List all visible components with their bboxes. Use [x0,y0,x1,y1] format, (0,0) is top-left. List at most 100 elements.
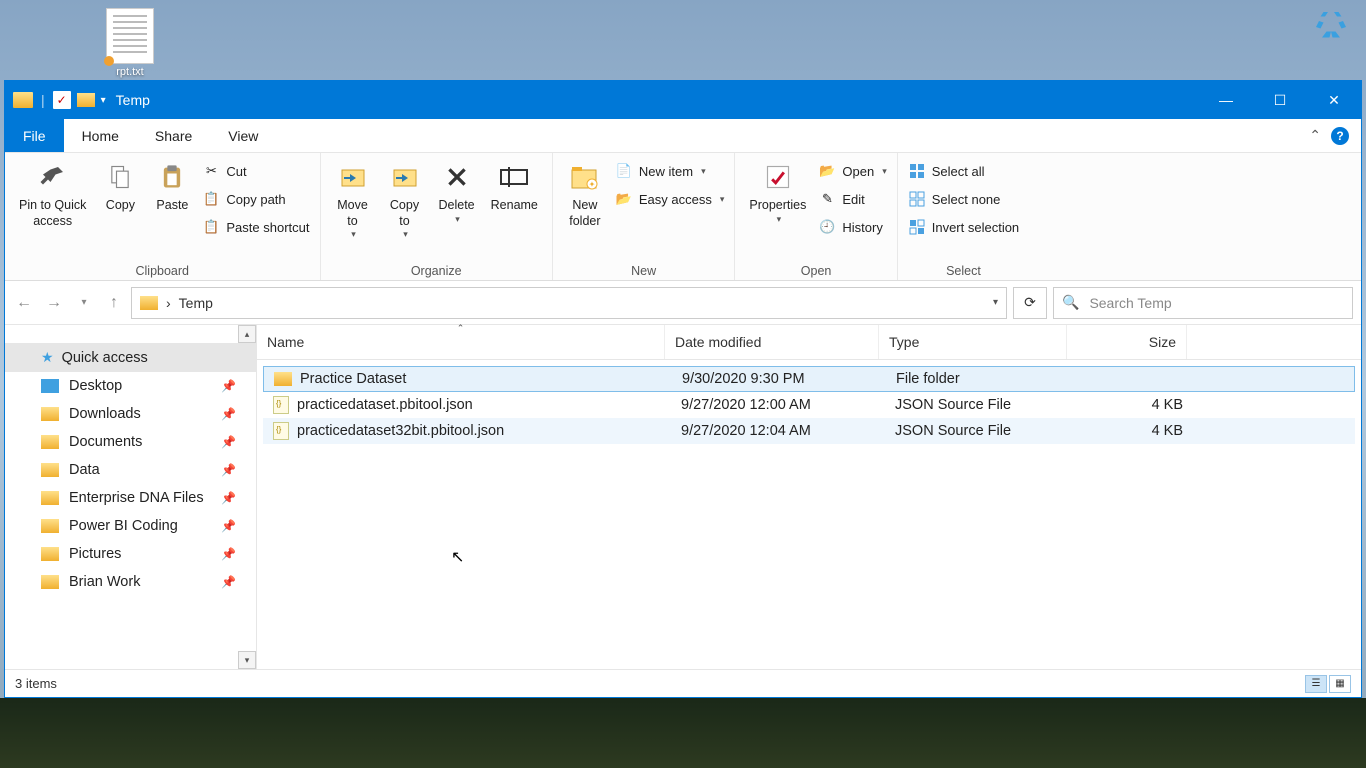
new-folder-button[interactable]: ✦ New folder [559,156,611,233]
file-row[interactable]: practicedataset32bit.pbitool.json 9/27/20… [263,418,1355,444]
cut-button[interactable]: ✂Cut [202,160,309,182]
file-row[interactable]: practicedataset.pbitool.json9/27/2020 12… [263,392,1355,418]
pin-quick-access-button[interactable]: Pin to Quick access [11,156,94,233]
properties-icon [761,160,795,194]
sidebar-item[interactable]: Enterprise DNA Files📌 [5,484,256,512]
ribbon-collapse-icon[interactable]: ⌃ [1309,127,1321,144]
qat-properties-icon[interactable]: ✓ [53,91,71,109]
large-icons-view-button[interactable]: ▦ [1329,675,1351,693]
delete-button[interactable]: Delete▾ [431,156,483,229]
copy-icon [103,160,137,194]
ribbon-group-select: Select all Select none Invert selection … [898,153,1029,280]
close-button[interactable]: ✕ [1307,81,1361,119]
star-icon: ★ [41,349,54,366]
select-none-icon [908,190,926,208]
minimize-button[interactable]: — [1199,81,1253,119]
folder-icon [41,435,59,449]
folder-icon [41,547,59,561]
column-size[interactable]: Size [1067,325,1187,359]
pin-icon: 📌 [221,519,236,533]
qat-dropdown-icon[interactable]: ▾ [101,95,106,106]
invert-selection-button[interactable]: Invert selection [908,216,1019,238]
column-headers: Name⌃ Date modified Type Size [257,325,1361,360]
search-icon: 🔍 [1062,294,1079,311]
details-view-button[interactable]: ☰ [1305,675,1327,693]
rename-icon [497,160,531,194]
sidebar-item[interactable]: Brian Work📌 [5,568,256,596]
desktop-file-icon[interactable]: rpt.txt [100,8,160,78]
paste-shortcut-button[interactable]: 📋Paste shortcut [202,216,309,238]
select-none-button[interactable]: Select none [908,188,1019,210]
new-item-icon: 📄 [615,162,633,180]
column-type[interactable]: Type [879,325,1067,359]
edit-icon: ✎ [818,190,836,208]
maximize-button[interactable]: ☐ [1253,81,1307,119]
ribbon-group-new: ✦ New folder 📄New item▾ 📂Easy access▾ Ne… [553,153,736,280]
sidebar-quick-access[interactable]: ★ Quick access [5,343,256,372]
file-row[interactable]: Practice Dataset9/30/2020 9:30 PMFile fo… [263,366,1355,392]
move-to-button[interactable]: Move to▾ [327,156,379,244]
sidebar-item-label: Downloads [69,406,141,422]
copy-button[interactable]: Copy [94,156,146,218]
address-bar[interactable]: › Temp ▾ [131,287,1007,319]
help-icon[interactable]: ? [1331,127,1349,145]
sidebar-item[interactable]: Desktop📌 [5,372,256,400]
qat-newfolder-icon[interactable] [77,93,95,107]
column-name[interactable]: Name⌃ [257,325,665,359]
view-tab[interactable]: View [210,119,276,152]
pin-icon: 📌 [221,463,236,477]
file-tab[interactable]: File [5,119,64,152]
share-tab[interactable]: Share [137,119,210,152]
select-all-button[interactable]: Select all [908,160,1019,182]
home-tab[interactable]: Home [64,119,137,152]
file-name: practicedataset.pbitool.json [297,397,473,413]
folder-icon [41,491,59,505]
move-to-icon [336,160,370,194]
sidebar-item[interactable]: Data📌 [5,456,256,484]
folder-icon [13,92,33,108]
ribbon-group-clipboard: Pin to Quick access Copy Paste ✂Cut 📋Cop… [5,153,321,280]
titlebar[interactable]: | ✓ ▾ Temp — ☐ ✕ [5,81,1361,119]
new-item-button[interactable]: 📄New item▾ [615,160,725,182]
file-date: 9/27/2020 12:04 AM [671,423,885,439]
json-file-icon [273,396,289,414]
sidebar-item[interactable]: Pictures📌 [5,540,256,568]
copy-to-icon [388,160,422,194]
rename-button[interactable]: Rename [483,156,546,218]
folder-icon [41,407,59,421]
copy-path-icon: 📋 [202,190,220,208]
copy-to-button[interactable]: Copy to▾ [379,156,431,244]
history-button[interactable]: 🕘History [818,216,886,238]
delete-icon [440,160,474,194]
up-button[interactable]: ↑ [103,292,125,314]
pin-icon: 📌 [221,575,236,589]
breadcrumb-current[interactable]: Temp [179,295,213,311]
desktop-icon [41,379,59,393]
easy-access-button[interactable]: 📂Easy access▾ [615,188,725,210]
refresh-button[interactable]: ⟳ [1013,287,1047,319]
scroll-down-button[interactable]: ▾ [238,651,256,669]
folder-icon [274,372,292,386]
item-count: 3 items [15,676,57,691]
sidebar-item[interactable]: Downloads 📌 [5,400,256,428]
sidebar-item[interactable]: Power BI Coding📌 [5,512,256,540]
scroll-up-button[interactable]: ▴ [238,325,256,343]
open-button[interactable]: 📂Open▾ [818,160,886,182]
search-box[interactable]: 🔍 Search Temp [1053,287,1353,319]
paste-button[interactable]: Paste [146,156,198,218]
properties-button[interactable]: Properties▾ [741,156,814,229]
recycle-bin-icon[interactable] [1306,6,1356,66]
edit-button[interactable]: ✎Edit [818,188,886,210]
sidebar-item[interactable]: Documents📌 [5,428,256,456]
back-button[interactable]: ← [13,292,35,314]
column-date[interactable]: Date modified [665,325,879,359]
json-file-icon [273,422,289,440]
pin-icon: 📌 [221,407,236,421]
forward-button[interactable]: → [43,292,65,314]
recent-locations-button[interactable]: ▾ [73,292,95,314]
address-dropdown-icon[interactable]: ▾ [993,297,998,308]
status-bar: 3 items ☰ ▦ [5,669,1361,697]
file-name: practicedataset32bit.pbitool.json [297,423,504,439]
copy-path-button[interactable]: 📋Copy path [202,188,309,210]
file-name: Practice Dataset [300,371,406,387]
